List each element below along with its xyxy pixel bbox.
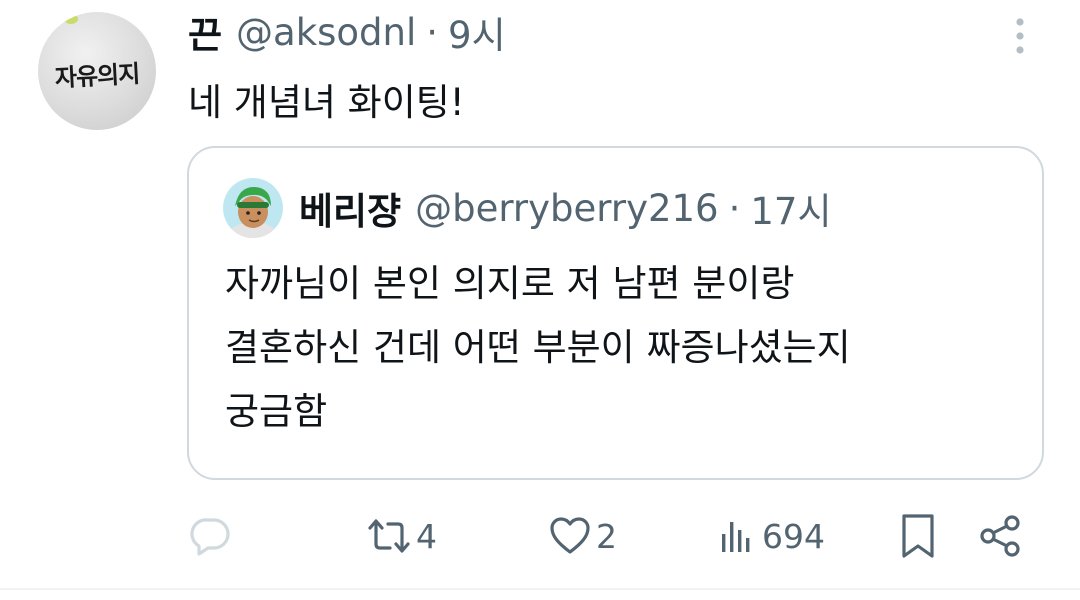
more-vertical-icon[interactable] xyxy=(1005,16,1035,56)
avatar-text: 자유의지 xyxy=(54,58,140,93)
quote-header-separator: · xyxy=(728,186,741,230)
heart-icon xyxy=(550,517,590,554)
quote-text-line: 결혼하신 건데 어떤 부분이 짜증나셨는지 xyxy=(225,326,851,369)
share-button[interactable] xyxy=(976,508,1024,564)
like-count: 2 xyxy=(596,516,617,556)
avatar[interactable]: 자유의지 xyxy=(38,12,156,130)
tweet-text: 네 개념녀 화이팅! xyxy=(188,81,465,124)
tweet-header: 끈 @aksodnl · 9시 xyxy=(188,5,506,59)
quote-header: 베리쟝 @berryberry216 · 17시 xyxy=(299,181,831,235)
quote-tweet-card[interactable]: 베리쟝 @berryberry216 · 17시 자까님이 본인 의지로 저 남… xyxy=(187,146,1044,480)
share-icon xyxy=(980,515,1020,557)
retweet-icon xyxy=(368,519,410,553)
author-handle[interactable]: @aksodnl xyxy=(236,11,416,54)
header-separator: · xyxy=(426,10,439,54)
divider xyxy=(0,588,1080,590)
quote-text-line: 궁금함 xyxy=(225,390,328,433)
tweet[interactable]: 자유의지 끈 @aksodnl · 9시 네 개념녀 화이팅! 베리쟝 @ber… xyxy=(0,0,1080,600)
reply-icon xyxy=(190,518,230,556)
quote-author-handle[interactable]: @berryberry216 xyxy=(415,187,718,230)
retweet-button[interactable]: 4 xyxy=(366,508,437,564)
tweet-time[interactable]: 9시 xyxy=(448,5,506,59)
views-count: 694 xyxy=(762,516,825,556)
action-bar: 4 2 694 xyxy=(0,508,1080,568)
reply-button[interactable] xyxy=(188,508,232,564)
bookmark-button[interactable] xyxy=(896,508,940,564)
quote-avatar[interactable] xyxy=(223,178,283,238)
views-icon xyxy=(722,522,750,552)
like-button[interactable]: 2 xyxy=(548,508,617,564)
quote-author-display-name[interactable]: 베리쟝 xyxy=(299,181,401,235)
views-button[interactable]: 694 xyxy=(718,508,825,564)
author-display-name[interactable]: 끈 xyxy=(188,5,222,59)
quote-text-line: 자까님이 본인 의지로 저 남편 분이랑 xyxy=(225,262,795,305)
bookmark-icon xyxy=(902,514,934,558)
retweet-count: 4 xyxy=(416,516,437,556)
quote-time[interactable]: 17시 xyxy=(750,181,831,235)
quote-text: 자까님이 본인 의지로 저 남편 분이랑 결혼하신 건데 어떤 부분이 짜증나셨… xyxy=(225,252,851,444)
